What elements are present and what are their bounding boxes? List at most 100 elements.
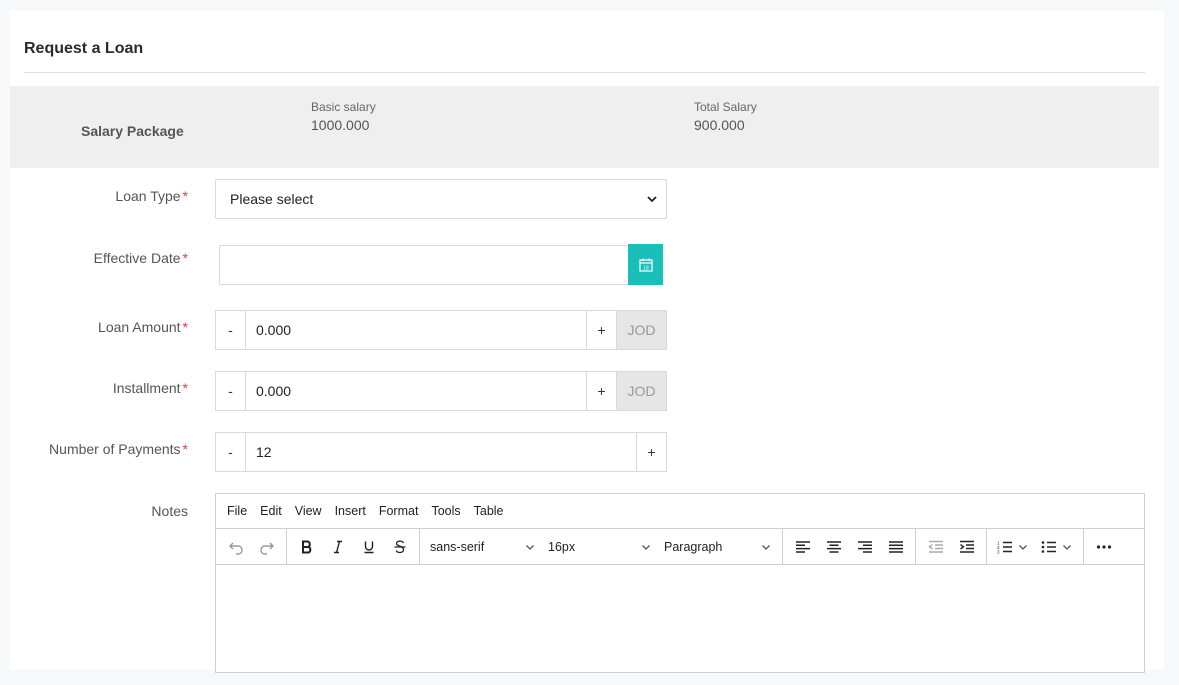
more-options-button[interactable]: [1088, 533, 1119, 561]
notes-label: Notes: [151, 503, 188, 519]
chevron-down-icon: [526, 544, 534, 550]
chevron-down-icon: [642, 544, 650, 550]
payments-decrement-button[interactable]: -: [216, 433, 246, 471]
calendar-button[interactable]: 18: [628, 244, 663, 285]
bullet-list-button[interactable]: [1035, 533, 1079, 561]
block-format-select[interactable]: Paragraph: [658, 533, 778, 561]
bold-icon: [301, 540, 311, 553]
strikethrough-button[interactable]: [384, 533, 415, 561]
installment-label: Installment *: [113, 380, 188, 396]
align-left-button[interactable]: [787, 533, 818, 561]
menu-edit[interactable]: Edit: [260, 504, 282, 518]
chevron-down-icon: [762, 544, 770, 550]
editor-toolbar: sans-serif 16px Paragraph 1 2 3: [216, 529, 1144, 565]
required-mark: *: [182, 380, 188, 396]
total-salary: Total Salary 900.000: [694, 100, 757, 133]
payments-increment-button[interactable]: +: [636, 433, 666, 471]
required-mark: *: [182, 250, 188, 266]
editor-menubar: File Edit View Insert Format Tools Table: [216, 494, 1144, 529]
loan-amount-currency: JOD: [616, 311, 666, 349]
font-family-value: sans-serif: [430, 539, 485, 554]
total-salary-label: Total Salary: [694, 100, 757, 114]
indent-icon: [959, 540, 974, 553]
loan-amount-increment-button[interactable]: +: [586, 311, 616, 349]
history-group: [216, 529, 287, 564]
numbered-list-icon: 123: [997, 540, 1012, 554]
font-family-select[interactable]: sans-serif: [424, 533, 542, 561]
required-mark: *: [182, 188, 188, 204]
redo-icon: [259, 542, 274, 555]
strikethrough-icon: [394, 540, 405, 553]
menu-format[interactable]: Format: [379, 504, 419, 518]
redo-button[interactable]: [251, 533, 282, 561]
effective-date-label-text: Effective Date: [93, 250, 181, 266]
editor-content-area[interactable]: [216, 565, 1144, 685]
installment-label-text: Installment: [112, 380, 181, 396]
loan-request-card: Request a Loan Salary Package Basic sala…: [10, 10, 1164, 673]
loan-amount-input[interactable]: 0.000: [246, 311, 586, 349]
bold-button[interactable]: [291, 533, 322, 561]
align-center-icon: [826, 540, 841, 553]
installment-increment-button[interactable]: +: [586, 372, 616, 410]
installment-decrement-button[interactable]: -: [216, 372, 246, 410]
loan-amount-label: Loan Amount *: [98, 319, 188, 335]
installment-stepper: - 0.000 + JOD: [215, 371, 667, 411]
svg-text:3: 3: [997, 549, 1000, 554]
chevron-down-icon: [647, 196, 657, 203]
outdent-button[interactable]: [920, 533, 951, 561]
required-mark: *: [182, 441, 188, 457]
title-divider: [24, 72, 1145, 73]
loan-type-label-text: Loan Type: [115, 188, 181, 204]
notes-rich-text-editor: File Edit View Insert Format Tools Table: [215, 493, 1145, 673]
menu-tools[interactable]: Tools: [431, 504, 460, 518]
required-mark: *: [182, 319, 188, 335]
align-right-icon: [857, 540, 872, 553]
menu-file[interactable]: File: [227, 504, 247, 518]
block-format-value: Paragraph: [664, 539, 723, 554]
loan-amount-decrement-button[interactable]: -: [216, 311, 246, 349]
menu-view[interactable]: View: [295, 504, 322, 518]
loan-type-select[interactable]: Please select: [215, 179, 667, 219]
loan-amount-label-text: Loan Amount: [98, 319, 181, 335]
calendar-day: 18: [643, 265, 649, 271]
bullet-list-icon: [1041, 540, 1056, 553]
undo-icon: [228, 542, 243, 555]
numbered-list-button[interactable]: 123: [991, 533, 1035, 561]
align-right-button[interactable]: [849, 533, 880, 561]
alignment-group: [783, 529, 916, 564]
align-justify-button[interactable]: [880, 533, 911, 561]
outdent-icon: [927, 540, 943, 553]
installment-input[interactable]: 0.000: [246, 372, 586, 410]
menu-table[interactable]: Table: [474, 504, 504, 518]
align-justify-icon: [888, 540, 903, 553]
indent-button[interactable]: [951, 533, 982, 561]
menu-insert[interactable]: Insert: [335, 504, 366, 518]
more-group: [1084, 529, 1123, 564]
total-salary-value: 900.000: [694, 117, 745, 133]
chevron-down-icon: [1019, 544, 1027, 550]
text-style-group: [287, 529, 420, 564]
payments-input[interactable]: 12: [246, 433, 636, 471]
effective-date-label: Effective Date *: [94, 250, 188, 266]
number-of-payments-stepper: - 12 +: [215, 432, 667, 472]
chevron-down-icon: [1063, 544, 1071, 550]
basic-salary-value: 1000.000: [311, 117, 370, 133]
installment-currency: JOD: [616, 372, 666, 410]
basic-salary-label: Basic salary: [311, 100, 376, 114]
underline-icon: [364, 541, 373, 553]
italic-button[interactable]: [322, 533, 353, 561]
undo-button[interactable]: [220, 533, 251, 561]
number-of-payments-label-text: Number of Payments: [49, 441, 181, 457]
underline-button[interactable]: [353, 533, 384, 561]
number-of-payments-label: Number of Payments *: [49, 441, 188, 457]
more-horizontal-icon: [1096, 544, 1111, 549]
loan-type-label: Loan Type *: [115, 188, 188, 204]
font-size-select[interactable]: 16px: [542, 533, 658, 561]
calendar-icon: 18: [638, 258, 653, 272]
list-group: 123: [987, 529, 1084, 564]
indent-group: [916, 529, 987, 564]
loan-amount-stepper: - 0.000 + JOD: [215, 310, 667, 350]
align-center-button[interactable]: [818, 533, 849, 561]
effective-date-input[interactable]: [219, 245, 629, 285]
basic-salary: Basic salary 1000.000: [311, 100, 376, 133]
